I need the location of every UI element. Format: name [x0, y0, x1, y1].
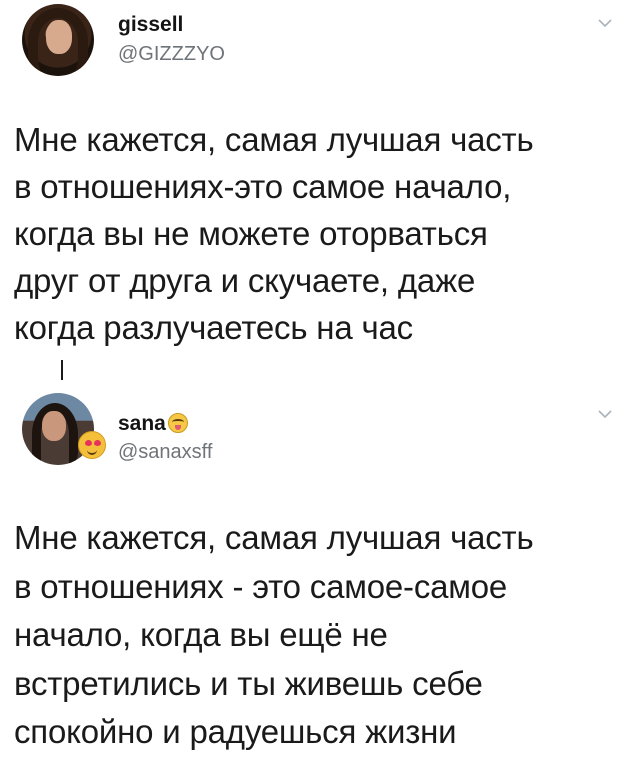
tweet-card: sana @sanaxsff Мне кажется, самая лучшая…: [0, 385, 640, 763]
tweet-card: gissell @GIZZZYO Мне кажется, самая лучш…: [0, 0, 640, 385]
heart-eyes-emoji-icon: [78, 431, 106, 459]
avatar-face: [46, 20, 72, 54]
text-cursor-mark: [61, 360, 63, 380]
heart-eye-right: [94, 440, 101, 446]
tweet-text: Мне кажется, самая лучшая часть в отноше…: [14, 519, 534, 750]
emoji-mouth: [87, 449, 97, 455]
avatar-face: [42, 411, 66, 441]
tweet-text: Мне кажется, самая лучшая часть в отноше…: [14, 121, 534, 346]
chevron-down-icon[interactable]: [598, 407, 612, 421]
display-name[interactable]: gissell: [118, 14, 183, 35]
chevron-down-icon[interactable]: [598, 16, 612, 30]
user-handle[interactable]: @GIZZZYO: [118, 44, 225, 64]
avatar[interactable]: [22, 4, 94, 76]
heart-eye-left: [85, 440, 92, 446]
display-name-text: sana: [118, 412, 166, 435]
tongue-out-emoji-icon: [167, 413, 188, 433]
user-handle[interactable]: @sanaxsff: [118, 442, 212, 462]
display-name[interactable]: sana: [118, 413, 188, 434]
